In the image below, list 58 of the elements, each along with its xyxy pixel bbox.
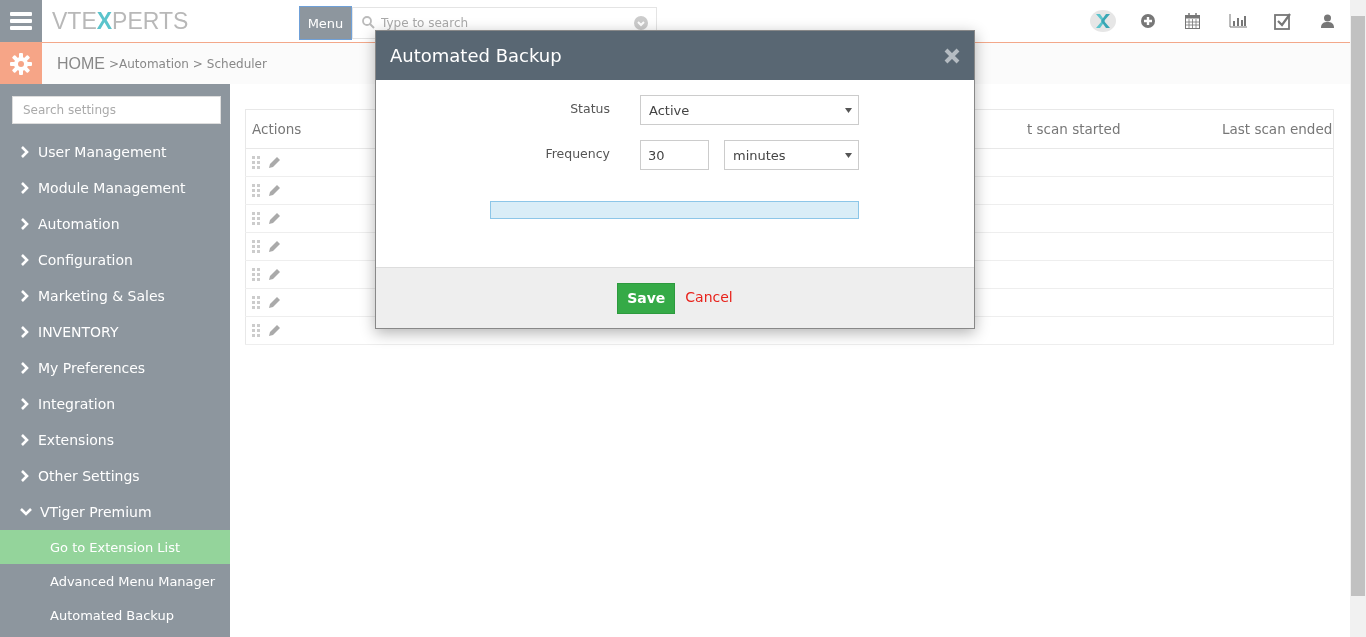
pencil-icon[interactable] (268, 240, 281, 253)
breadcrumb-item[interactable]: Scheduler (206, 56, 267, 71)
home-link[interactable]: HOME (57, 54, 105, 73)
sidebar-item[interactable]: VTiger Premium (0, 494, 230, 530)
frequency-field[interactable]: 30 (640, 140, 709, 170)
checkbox-icon[interactable] (1274, 12, 1291, 30)
caret-icon (845, 107, 852, 113)
add-icon[interactable] (1140, 14, 1155, 28)
pencil-icon[interactable] (268, 324, 281, 337)
status-dropdown[interactable]: Active (640, 95, 859, 125)
column-header: Actions (252, 121, 302, 137)
logo[interactable]: VTEXPERTS (52, 7, 299, 35)
scrollbar-thumb[interactable] (1351, 16, 1365, 596)
sidebar-subitem[interactable]: Go to Extension List (0, 530, 230, 564)
pencil-icon[interactable] (268, 212, 281, 225)
sidebar-item[interactable]: Automation (0, 206, 230, 242)
sidebar-item[interactable]: Integration (0, 386, 230, 422)
drag-handle-icon[interactable] (252, 324, 260, 337)
sidebar-item[interactable]: User Management (0, 134, 230, 170)
unit-dropdown[interactable]: minutes (724, 140, 859, 170)
pencil-icon[interactable] (268, 156, 281, 169)
menu-button[interactable]: Menu (299, 6, 352, 40)
pencil-icon[interactable] (268, 268, 281, 281)
chevron-down-icon[interactable] (634, 16, 648, 30)
drag-handle-icon[interactable] (252, 212, 260, 225)
sidebar-subitem[interactable]: Advanced Menu Manager (0, 564, 230, 598)
field-label: Status (569, 100, 610, 116)
sidebar-item[interactable]: Marketing & Sales (0, 278, 230, 314)
calendar-icon[interactable] (1185, 13, 1200, 29)
search-field[interactable]: Search settings (12, 96, 221, 124)
drag-handle-icon[interactable] (252, 240, 260, 253)
bar-chart-icon[interactable] (1228, 14, 1247, 28)
field-label: Frequency (544, 145, 610, 161)
close-icon[interactable] (944, 47, 960, 64)
column-header: Last scan ended (1222, 121, 1333, 137)
column-header: t scan started (1027, 121, 1121, 137)
sidebar-item[interactable]: INVENTORY (0, 314, 230, 350)
cancel-link[interactable]: Cancel (685, 289, 733, 305)
sidebar-item[interactable]: Extensions (0, 422, 230, 458)
pencil-icon[interactable] (268, 184, 281, 197)
sidebar-subitem[interactable]: Automated Backup (0, 598, 230, 632)
pencil-icon[interactable] (268, 296, 281, 309)
user-icon[interactable] (1321, 14, 1334, 28)
drag-handle-icon[interactable] (252, 156, 260, 169)
settings-icon[interactable] (10, 52, 32, 75)
sidebar-item[interactable]: Configuration (0, 242, 230, 278)
sidebar-item[interactable]: Module Management (0, 170, 230, 206)
breadcrumb-item[interactable]: >Automation > (109, 56, 203, 71)
sidebar-item[interactable]: Other Settings (0, 458, 230, 494)
menu-icon[interactable] (10, 12, 32, 30)
drag-handle-icon[interactable] (252, 268, 260, 281)
drag-handle-icon[interactable] (252, 184, 260, 197)
drag-handle-icon[interactable] (252, 296, 260, 309)
caret-icon (845, 152, 852, 158)
sidebar-item[interactable]: My Preferences (0, 350, 230, 386)
save-button[interactable]: Save (617, 282, 676, 314)
app-logo-icon[interactable] (1089, 10, 1116, 32)
dialog-title: Automated Backup (390, 45, 562, 66)
